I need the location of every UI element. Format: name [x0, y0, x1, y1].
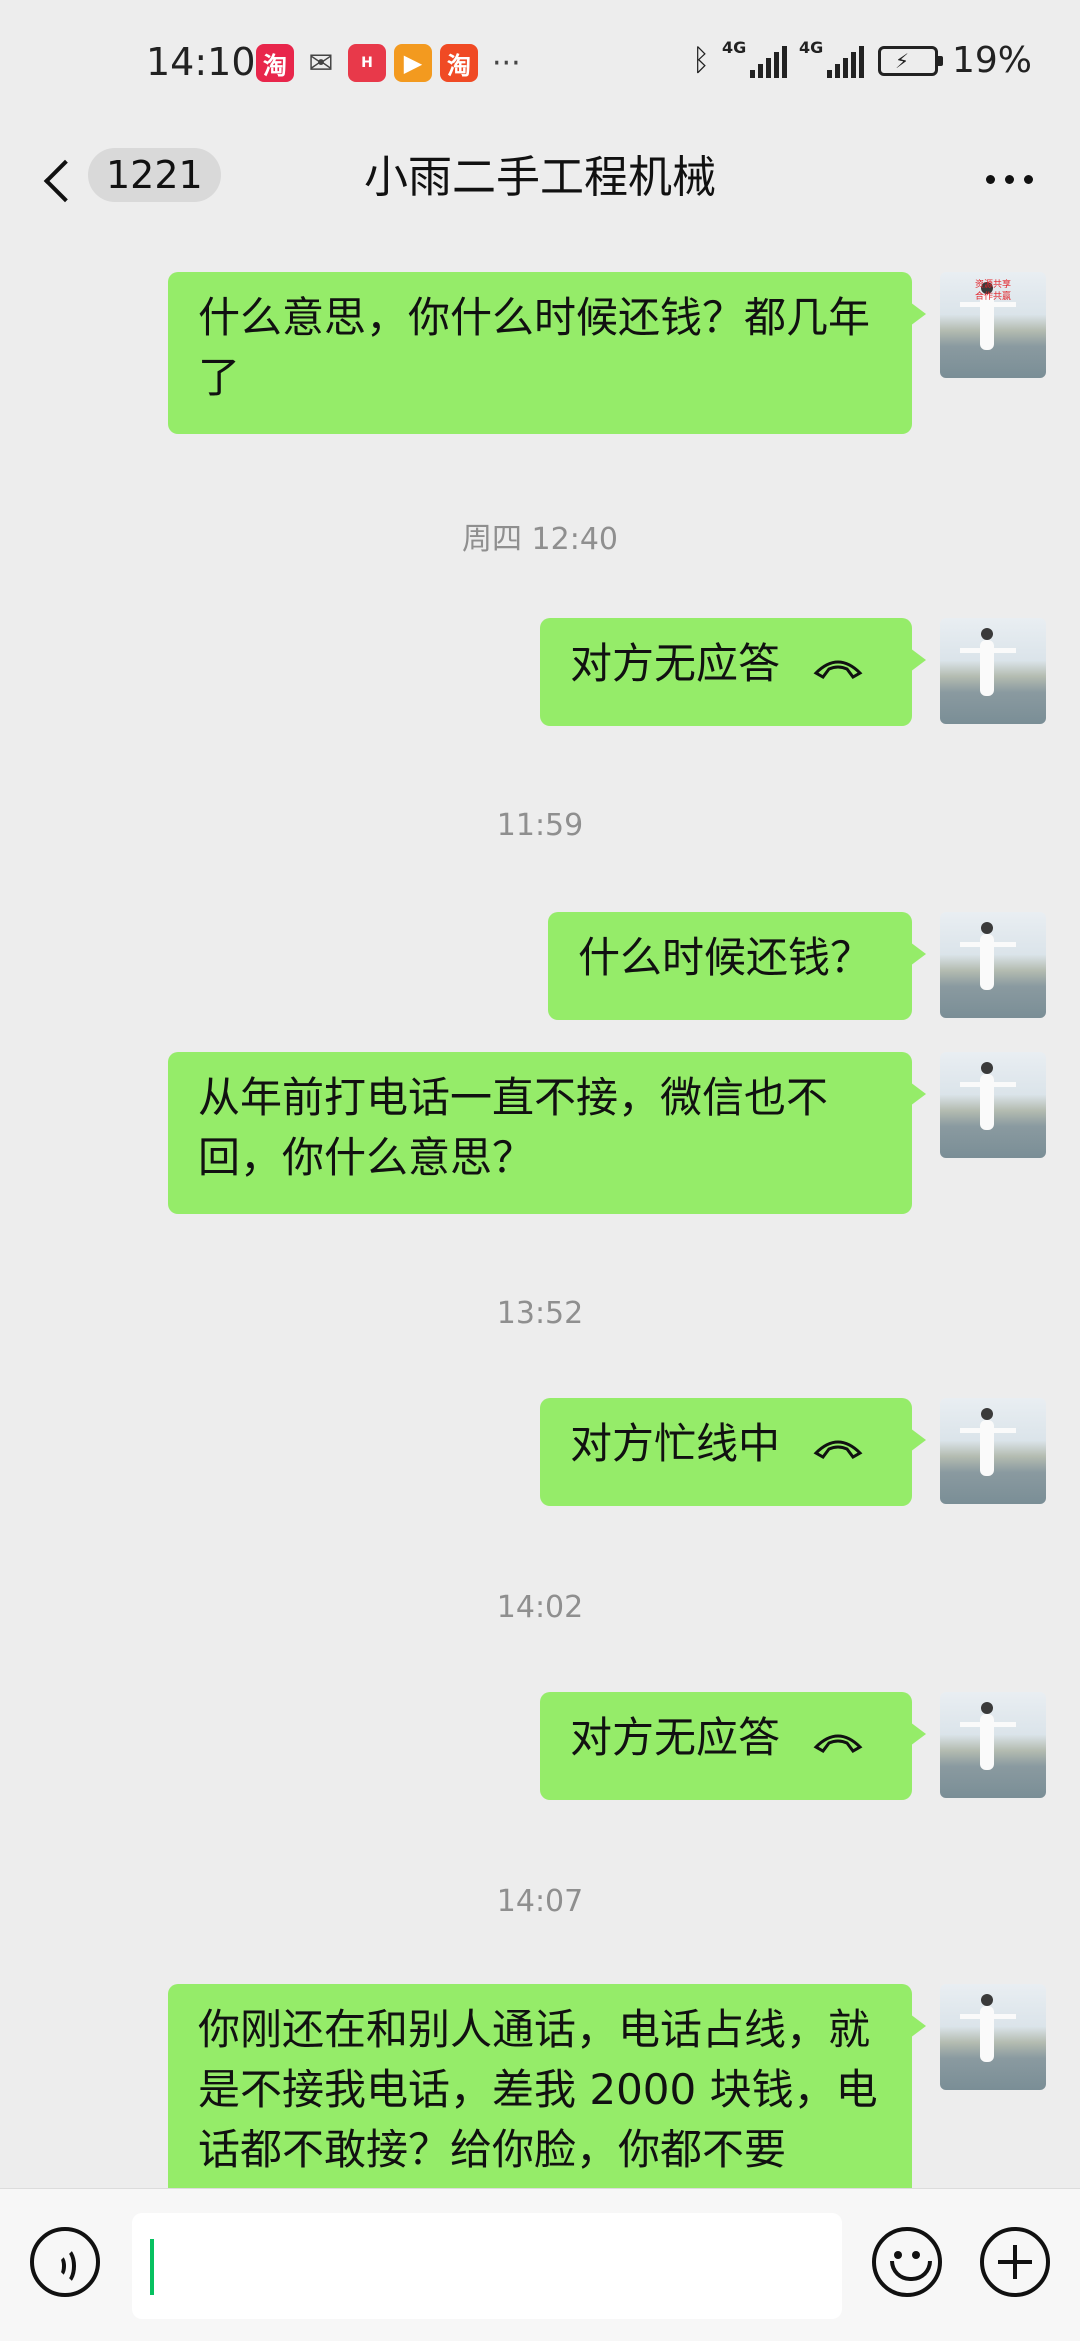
call-record-bubble[interactable]: 对方忙线中 [540, 1398, 926, 1506]
network-type: 4G [798, 37, 824, 57]
wechat-icon: ✉ [308, 45, 334, 81]
chat-header: 1221 小雨二手工程机械 [0, 130, 1080, 240]
message-bubble[interactable]: 从年前打电话一直不接，微信也不回，你什么意思？ [168, 1052, 926, 1214]
bluetooth-icon: ᛒ [691, 43, 710, 78]
message-bubble[interactable]: 什么意思，你什么时候还钱？都几年了 [168, 272, 926, 434]
status-bar: 14:10 淘 ✉ H ▶ 淘 ··· ᛒ 4G 4G ⚡ 19% [0, 0, 1080, 130]
message-text: 什么时候还钱？ [578, 933, 873, 982]
notification-icons: 淘 ✉ H ▶ 淘 ··· [256, 44, 521, 82]
chat-title: 小雨二手工程机械 [364, 152, 716, 203]
avatar[interactable] [940, 912, 1046, 1018]
avatar-caption: 资源共享 [974, 280, 1011, 290]
message-timestamp: 13:52 [496, 1296, 584, 1331]
huawei-store-icon: H [348, 44, 386, 82]
text-cursor [150, 2239, 154, 2295]
avatar[interactable]: 资源共享 合作共赢 [940, 272, 1046, 378]
signal-icon: 4G [722, 38, 787, 78]
message-text: 你刚还在和别人通话，电话占线，就是不接我电话，差我 2000 块钱，电话都不敢接… [198, 2005, 878, 2174]
hangup-phone-icon [813, 1440, 863, 1459]
avatar[interactable] [940, 1052, 1046, 1158]
avatar[interactable] [940, 1984, 1046, 2090]
message-timestamp: 14:02 [496, 1590, 584, 1625]
signal-icon: 4G [799, 38, 864, 78]
taobao-icon: 淘 [440, 44, 478, 82]
message-text: 什么意思，你什么时候还钱？都几年了 [198, 293, 871, 402]
avatar-caption: 合作共赢 [974, 292, 1011, 302]
status-time: 14:10 [146, 40, 256, 84]
message-list[interactable]: 什么意思，你什么时候还钱？都几年了 资源共享合作共赢 周四 12:40 对方无应… [0, 240, 1080, 2188]
video-icon: ▶ [394, 44, 432, 82]
more-options-button[interactable] [974, 154, 1044, 204]
avatar[interactable] [940, 1692, 1046, 1798]
hangup-phone-icon [813, 660, 863, 679]
message-text: 从年前打电话一直不接，微信也不回，你什么意思？ [198, 1073, 829, 1182]
message-timestamp: 11:59 [496, 808, 584, 843]
message-bubble[interactable]: 什么时候还钱？ [548, 912, 926, 1020]
message-input[interactable] [132, 2213, 842, 2319]
battery-icon: ⚡ [877, 45, 943, 76]
call-status-text: 对方无应答 [570, 1713, 781, 1762]
battery-percent: 19% [951, 40, 1032, 81]
taobao-icon: 淘 [256, 44, 294, 82]
message-timestamp: 14:07 [496, 1884, 584, 1919]
call-record-bubble[interactable]: 对方无应答 [540, 1692, 926, 1800]
avatar[interactable] [940, 618, 1046, 724]
message-bubble[interactable]: 你刚还在和别人通话，电话占线，就是不接我电话，差我 2000 块钱，电话都不敢接… [168, 1984, 926, 2188]
emoji-button[interactable] [872, 2227, 942, 2297]
network-type: 4G [721, 37, 747, 57]
call-status-text: 对方忙线中 [570, 1419, 781, 1468]
system-indicators: ᛒ 4G 4G ⚡ 19% [691, 38, 1032, 82]
hangup-phone-icon [813, 1734, 863, 1753]
voice-input-button[interactable] [30, 2227, 100, 2297]
message-timestamp: 周四 12:40 [462, 522, 618, 557]
more-notifications-icon: ··· [492, 45, 521, 81]
call-status-text: 对方无应答 [570, 639, 781, 688]
call-record-bubble[interactable]: 对方无应答 [540, 618, 926, 726]
avatar[interactable] [940, 1398, 1046, 1504]
more-actions-button[interactable] [980, 2227, 1050, 2297]
input-bar [0, 2188, 1080, 2341]
